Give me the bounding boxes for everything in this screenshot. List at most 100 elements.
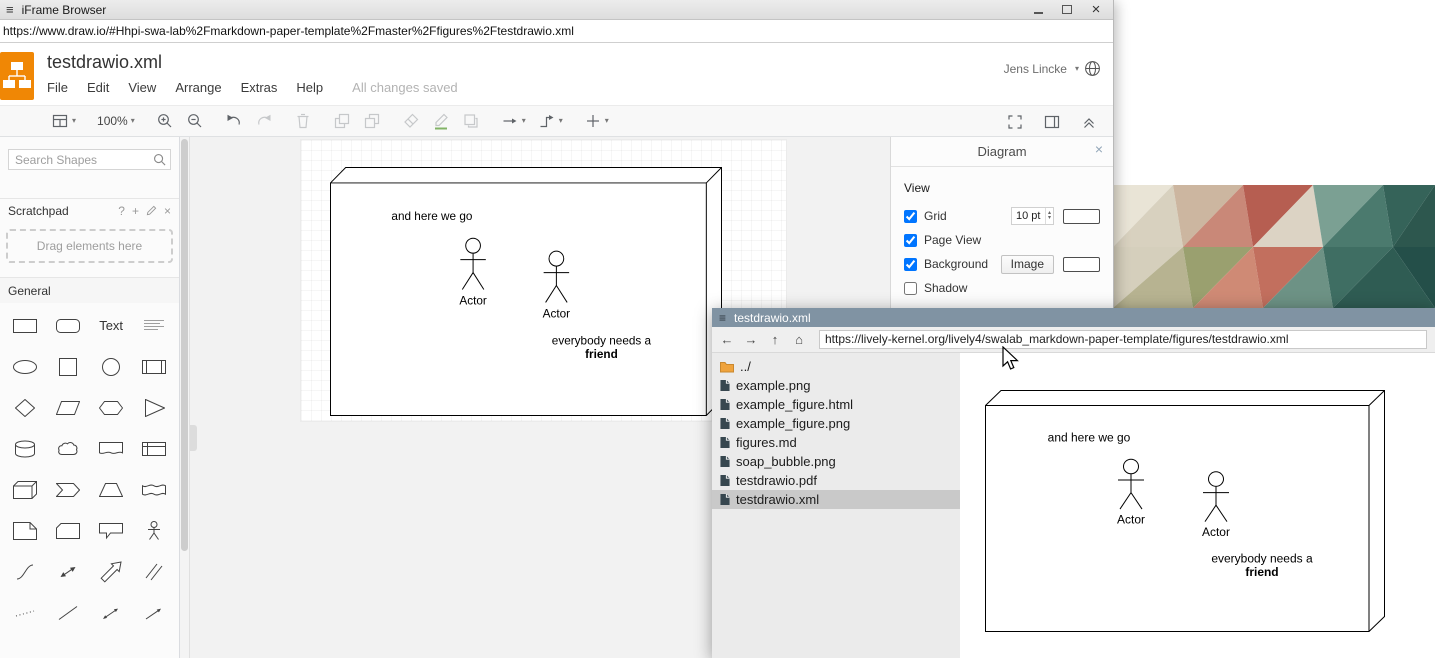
- shape-tape[interactable]: [133, 469, 176, 510]
- caption-line2[interactable]: friend: [585, 347, 618, 361]
- shadow-checkbox[interactable]: [904, 282, 917, 295]
- grid-color-swatch[interactable]: [1063, 209, 1100, 224]
- redo-button[interactable]: [250, 108, 278, 134]
- shape-cloud[interactable]: [46, 428, 89, 469]
- maximize-button[interactable]: [1060, 3, 1074, 17]
- file-row-selected[interactable]: testdrawio.xml: [712, 490, 960, 509]
- format-panel-close-icon[interactable]: ×: [1095, 142, 1103, 156]
- shape-internal-storage[interactable]: [133, 428, 176, 469]
- page-view-checkbox[interactable]: [904, 234, 917, 247]
- shape-rounded-rectangle[interactable]: [46, 305, 89, 346]
- shape-square[interactable]: [46, 346, 89, 387]
- window-menu-icon[interactable]: ≡: [719, 312, 726, 324]
- undo-button[interactable]: [220, 108, 248, 134]
- shape-step[interactable]: [46, 469, 89, 510]
- search-input[interactable]: [8, 149, 171, 170]
- window-titlebar[interactable]: ≡ iFrame Browser ×: [0, 0, 1113, 20]
- grid-size-spinner[interactable]: ▴ ▾: [1045, 208, 1053, 224]
- shape-text[interactable]: Text: [90, 305, 133, 346]
- close-button[interactable]: ×: [1089, 3, 1103, 17]
- shape-dashed-line[interactable]: [3, 592, 46, 633]
- collapse-toolbar-button[interactable]: [1075, 109, 1103, 135]
- shape-textbox[interactable]: [133, 305, 176, 346]
- shape-triangle[interactable]: [133, 387, 176, 428]
- shape-parallelogram[interactable]: [46, 387, 89, 428]
- language-globe-icon[interactable]: [1084, 60, 1101, 77]
- back-button[interactable]: ←: [720, 333, 734, 346]
- file-browser-url-field[interactable]: https://lively-kernel.org/lively4/swalab…: [819, 330, 1427, 349]
- sidebar-scrollbar-thumb[interactable]: [181, 139, 188, 551]
- spinner-down-icon[interactable]: ▾: [1048, 216, 1051, 221]
- delete-button[interactable]: [289, 108, 317, 134]
- shape-process[interactable]: [133, 346, 176, 387]
- shape-directional-connector[interactable]: [133, 592, 176, 633]
- cube-label[interactable]: and here we go: [391, 209, 472, 223]
- user-name[interactable]: Jens Lincke: [1004, 62, 1067, 76]
- page-view-button[interactable]: ▾: [46, 108, 81, 134]
- shape-actor[interactable]: [133, 510, 176, 551]
- shape-line[interactable]: [46, 592, 89, 633]
- line-color-button[interactable]: [427, 108, 455, 134]
- close-scratchpad-icon[interactable]: ×: [164, 205, 171, 217]
- zoom-select[interactable]: 100% ▾: [92, 108, 140, 134]
- insert-button[interactable]: ▾: [579, 108, 614, 134]
- grid-checkbox[interactable]: [904, 210, 917, 223]
- file-row[interactable]: figures.md: [712, 433, 960, 452]
- file-row-parent-dir[interactable]: ../: [712, 357, 960, 376]
- connection-style-button[interactable]: ▾: [496, 108, 531, 134]
- menu-help[interactable]: Help: [296, 80, 323, 95]
- shape-rectangle[interactable]: [3, 305, 46, 346]
- waypoint-style-button[interactable]: ▾: [533, 108, 568, 134]
- to-front-button[interactable]: [328, 108, 356, 134]
- actor-1-label[interactable]: Actor: [459, 293, 486, 307]
- zoom-in-button[interactable]: [151, 108, 179, 134]
- cube-shape[interactable]: [330, 167, 721, 415]
- add-to-scratchpad-icon[interactable]: +: [132, 205, 139, 217]
- shadow-button[interactable]: [457, 108, 485, 134]
- shape-circle[interactable]: [90, 346, 133, 387]
- edit-scratchpad-icon[interactable]: [146, 205, 157, 216]
- shape-bidirectional-arrow[interactable]: [46, 551, 89, 592]
- menu-file[interactable]: File: [47, 80, 68, 95]
- actor-2-label[interactable]: Actor: [543, 306, 570, 320]
- menu-edit[interactable]: Edit: [87, 80, 109, 95]
- background-checkbox[interactable]: [904, 258, 917, 271]
- sidebar-collapse-handle[interactable]: [190, 425, 197, 451]
- fill-color-button[interactable]: [397, 108, 425, 134]
- file-browser-titlebar[interactable]: ≡ testdrawio.xml: [712, 308, 1435, 327]
- scratchpad-drop-area[interactable]: Drag elements here: [6, 229, 173, 263]
- user-menu[interactable]: Jens Lincke ▾: [1004, 60, 1101, 77]
- file-row[interactable]: example_figure.png: [712, 414, 960, 433]
- menu-view[interactable]: View: [128, 80, 156, 95]
- shape-card[interactable]: [46, 510, 89, 551]
- home-button[interactable]: ⌂: [792, 333, 806, 346]
- shape-cube[interactable]: [3, 469, 46, 510]
- shape-trapezoid[interactable]: [90, 469, 133, 510]
- to-back-button[interactable]: [358, 108, 386, 134]
- shape-hexagon[interactable]: [90, 387, 133, 428]
- shape-link[interactable]: [133, 551, 176, 592]
- shape-callout[interactable]: [90, 510, 133, 551]
- help-icon[interactable]: ?: [118, 205, 125, 217]
- sidebar-scrollbar[interactable]: [180, 137, 190, 658]
- format-panel-toggle-button[interactable]: [1038, 109, 1066, 135]
- fullscreen-button[interactable]: [1001, 109, 1029, 135]
- file-row[interactable]: soap_bubble.png: [712, 452, 960, 471]
- menu-extras[interactable]: Extras: [241, 80, 278, 95]
- menu-arrange[interactable]: Arrange: [175, 80, 221, 95]
- minimize-button[interactable]: [1031, 3, 1045, 17]
- general-section-header[interactable]: General: [0, 277, 179, 303]
- tab-diagram[interactable]: Diagram: [977, 144, 1026, 159]
- background-color-swatch[interactable]: [1063, 257, 1100, 272]
- shape-document[interactable]: [90, 428, 133, 469]
- shape-cylinder[interactable]: [3, 428, 46, 469]
- shape-ellipse[interactable]: [3, 346, 46, 387]
- file-row[interactable]: example.png: [712, 376, 960, 395]
- search-icon[interactable]: [153, 153, 166, 166]
- shape-curve[interactable]: [3, 551, 46, 592]
- shape-diamond[interactable]: [3, 387, 46, 428]
- window-menu-icon[interactable]: ≡: [6, 3, 14, 16]
- up-button[interactable]: ↑: [768, 333, 782, 346]
- grid-size-input[interactable]: 10 pt ▴ ▾: [1011, 207, 1054, 225]
- file-row[interactable]: testdrawio.pdf: [712, 471, 960, 490]
